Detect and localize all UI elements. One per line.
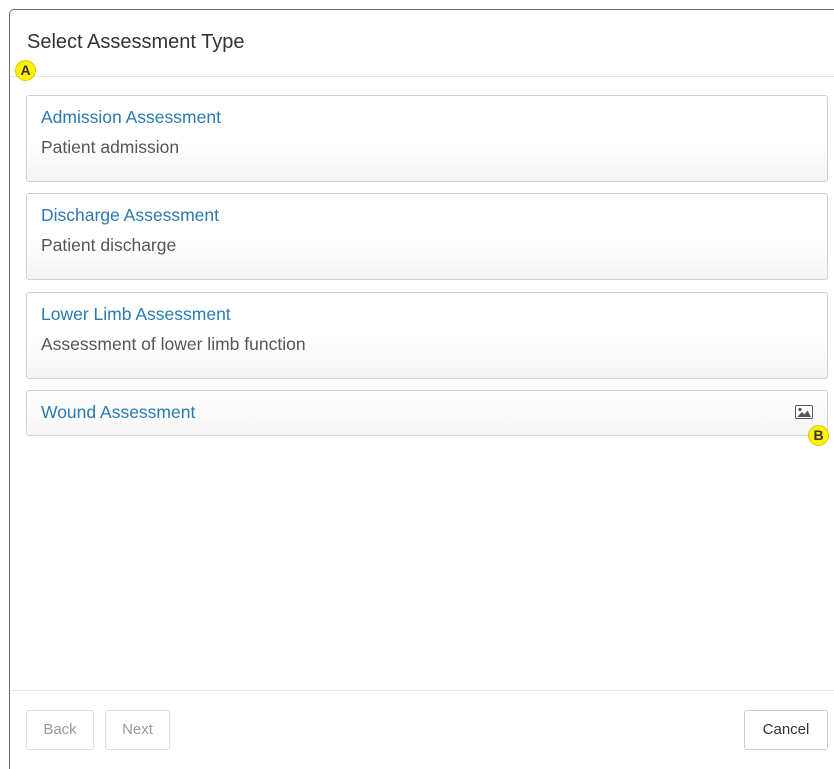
image-icon <box>795 405 813 419</box>
assessment-title: Admission Assessment <box>41 107 221 127</box>
assessment-item-wound[interactable]: Wound Assessment <box>26 390 828 436</box>
assessment-description: Patient discharge <box>41 235 177 255</box>
next-button[interactable]: Next <box>105 710 170 750</box>
back-button[interactable]: Back <box>26 710 94 750</box>
dialog-title: Select Assessment Type <box>27 31 245 53</box>
assessment-title: Wound Assessment <box>41 402 196 422</box>
assessment-title: Lower Limb Assessment <box>41 304 231 324</box>
header-divider <box>10 76 834 77</box>
annotation-marker-a: A <box>15 60 36 81</box>
cancel-button[interactable]: Cancel <box>744 710 828 750</box>
assessment-item-discharge[interactable]: Discharge Assessment Patient discharge <box>26 193 828 280</box>
assessment-description: Assessment of lower limb function <box>41 334 306 354</box>
assessment-item-lower-limb[interactable]: Lower Limb Assessment Assessment of lowe… <box>26 292 828 379</box>
assessment-title: Discharge Assessment <box>41 205 219 225</box>
annotation-marker-b: B <box>808 425 829 446</box>
assessment-item-admission[interactable]: Admission Assessment Patient admission <box>26 95 828 182</box>
footer-divider <box>10 690 834 691</box>
assessment-description: Patient admission <box>41 137 180 157</box>
